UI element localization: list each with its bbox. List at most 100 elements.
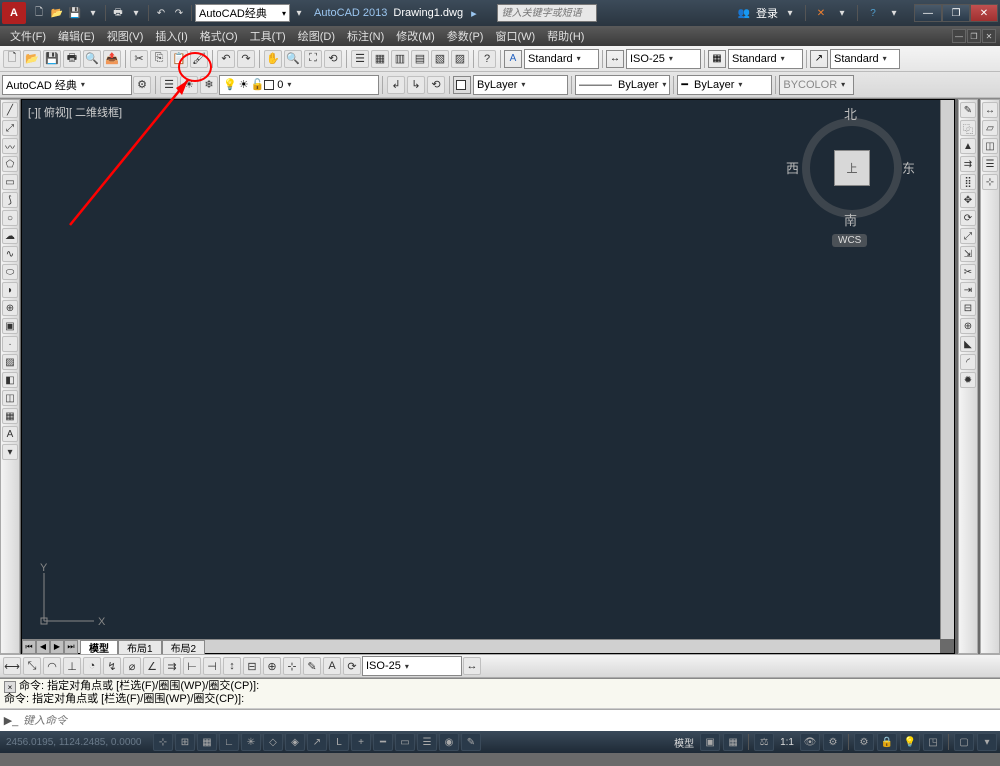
layer-dropdown[interactable]: 💡☀🔓 0: [219, 75, 379, 95]
sb-snap-icon[interactable]: ⊞: [175, 733, 195, 751]
mleaderstyle-dropdown[interactable]: Standard: [830, 49, 900, 69]
app-icon[interactable]: A: [2, 2, 26, 24]
sb-tpy-icon[interactable]: ▭: [395, 733, 415, 751]
markup-icon[interactable]: ▧: [431, 50, 449, 68]
sb-annoscale-icon[interactable]: ⚖: [754, 733, 774, 751]
properties-icon[interactable]: ☰: [351, 50, 369, 68]
sb-clean-icon[interactable]: ▢: [954, 733, 974, 751]
sb-model-label[interactable]: 模型: [670, 735, 698, 750]
centermark-icon[interactable]: ⊹: [283, 657, 301, 675]
line-icon[interactable]: ╱: [2, 102, 18, 118]
window-maximize-button[interactable]: ❐: [942, 4, 970, 22]
zoom-rt-icon[interactable]: 🔍: [284, 50, 302, 68]
dimstyle-btn-icon[interactable]: ↔: [463, 657, 481, 675]
sb-quickview-icon[interactable]: ▣: [700, 733, 720, 751]
vertical-scrollbar[interactable]: [940, 100, 954, 639]
open-icon[interactable]: 📂: [23, 50, 41, 68]
qat-plot-icon[interactable]: 🖶: [110, 5, 126, 21]
linetype-dropdown[interactable]: ———ByLayer: [575, 75, 670, 95]
publish-icon[interactable]: 📤: [103, 50, 121, 68]
horizontal-scrollbar[interactable]: ⏮ ◀ ▶ ⏭ 模型 布局1 布局2: [22, 639, 940, 653]
ellipse-icon[interactable]: ⬭: [2, 264, 18, 280]
circle-icon[interactable]: ○: [2, 210, 18, 226]
drawing-canvas[interactable]: [-][ 俯视][ 二维线框] Y X 上 北 南 西 东 WCS: [22, 100, 940, 639]
menu-parametric[interactable]: 参数(P): [441, 26, 490, 46]
region-icon[interactable]: ◫: [2, 390, 18, 406]
hatch-icon[interactable]: ▨: [2, 354, 18, 370]
cmd-close-icon[interactable]: ×: [4, 681, 16, 693]
dimord-icon[interactable]: ⊥: [63, 657, 81, 675]
menu-file[interactable]: 文件(F): [4, 26, 52, 46]
tablestyle-dropdown[interactable]: Standard: [728, 49, 803, 69]
xline-icon[interactable]: ⤢: [2, 120, 18, 136]
designcenter-icon[interactable]: ▦: [371, 50, 389, 68]
ellipsearc-icon[interactable]: ◗: [2, 282, 18, 298]
list-icon[interactable]: ☰: [982, 156, 998, 172]
color-dropdown[interactable]: ByLayer: [473, 75, 568, 95]
tablestyle-icon[interactable]: ▦: [708, 50, 726, 68]
sb-ducs-icon[interactable]: L: [329, 733, 349, 751]
window-close-button[interactable]: ✕: [970, 4, 998, 22]
dimstyle-icon[interactable]: ↔: [606, 50, 624, 68]
login-label[interactable]: 登录: [756, 5, 778, 21]
dimang-icon[interactable]: ∠: [143, 657, 161, 675]
menu-window[interactable]: 窗口(W): [489, 26, 541, 46]
help-icon[interactable]: ?: [865, 5, 881, 21]
dimbreak-icon[interactable]: ⊟: [243, 657, 261, 675]
viewcube[interactable]: 上 北 南 西 东 WCS: [792, 108, 912, 248]
dimstyle-dropdown[interactable]: ISO-25: [626, 49, 701, 69]
quickcalc-icon[interactable]: ▨: [451, 50, 469, 68]
window-minimize-button[interactable]: —: [914, 4, 942, 22]
menu-insert[interactable]: 插入(I): [149, 26, 193, 46]
command-line[interactable]: ▶_: [0, 709, 1000, 731]
gradient-icon[interactable]: ◧: [2, 372, 18, 388]
menu-tools[interactable]: 工具(T): [244, 26, 292, 46]
dimcont-icon[interactable]: ⊣: [203, 657, 221, 675]
dimtedit-icon[interactable]: A: [323, 657, 341, 675]
match-icon[interactable]: 🖌: [190, 50, 208, 68]
cut-icon[interactable]: ✂: [130, 50, 148, 68]
sb-sc-icon[interactable]: ◉: [439, 733, 459, 751]
join-icon[interactable]: ⊕: [960, 318, 976, 334]
tab-layout1[interactable]: 布局1: [118, 640, 162, 654]
dimjog-icon[interactable]: ↯: [103, 657, 121, 675]
fillet-icon[interactable]: ◜: [960, 354, 976, 370]
paste-icon[interactable]: 📋: [170, 50, 188, 68]
toolpalette-icon[interactable]: ▥: [391, 50, 409, 68]
textstyle-icon[interactable]: A: [504, 50, 522, 68]
qat-save-icon[interactable]: 💾: [67, 5, 83, 21]
scale-icon[interactable]: ⤢: [960, 228, 976, 244]
area-icon[interactable]: ▱: [982, 120, 998, 136]
dimedit-icon[interactable]: ✎: [303, 657, 321, 675]
region2-icon[interactable]: ◫: [982, 138, 998, 154]
menu-format[interactable]: 格式(O): [194, 26, 244, 46]
dimaligned-icon[interactable]: ⤡: [23, 657, 41, 675]
workspace-combo[interactable]: AutoCAD 经典: [2, 75, 132, 95]
doc-minimize-button[interactable]: —: [952, 29, 966, 43]
menu-help[interactable]: 帮助(H): [541, 26, 590, 46]
mirror-icon[interactable]: ▲: [960, 138, 976, 154]
trim-icon[interactable]: ✂: [960, 264, 976, 280]
sb-ortho-icon[interactable]: ∟: [219, 733, 239, 751]
dimdiam-icon[interactable]: ⌀: [123, 657, 141, 675]
viewport-label[interactable]: [-][ 俯视][ 二维线框]: [28, 104, 122, 120]
mleaderstyle-icon[interactable]: ↗: [810, 50, 828, 68]
qat-more-icon[interactable]: ▾: [291, 5, 307, 21]
sb-grid-icon[interactable]: ▦: [197, 733, 217, 751]
menu-modify[interactable]: 修改(M): [390, 26, 441, 46]
arc-icon[interactable]: ⟆: [2, 192, 18, 208]
layer-iso-icon[interactable]: ❄: [200, 76, 218, 94]
break-icon[interactable]: ⊟: [960, 300, 976, 316]
sb-quickview2-icon[interactable]: ▦: [723, 733, 743, 751]
command-input[interactable]: [23, 715, 997, 727]
doc-restore-button[interactable]: ❐: [967, 29, 981, 43]
dist-icon[interactable]: ↔: [982, 102, 998, 118]
zoom-win-icon[interactable]: ⛶: [304, 50, 322, 68]
extend-icon[interactable]: ⇥: [960, 282, 976, 298]
sb-scale[interactable]: 1:1: [776, 737, 798, 748]
workspace-dropdown[interactable]: AutoCAD经典: [195, 4, 290, 22]
undo-icon[interactable]: ↶: [217, 50, 235, 68]
sb-lock-icon[interactable]: 🔒: [877, 733, 897, 751]
rectangle-icon[interactable]: ▭: [2, 174, 18, 190]
dimbase-icon[interactable]: ⊢: [183, 657, 201, 675]
